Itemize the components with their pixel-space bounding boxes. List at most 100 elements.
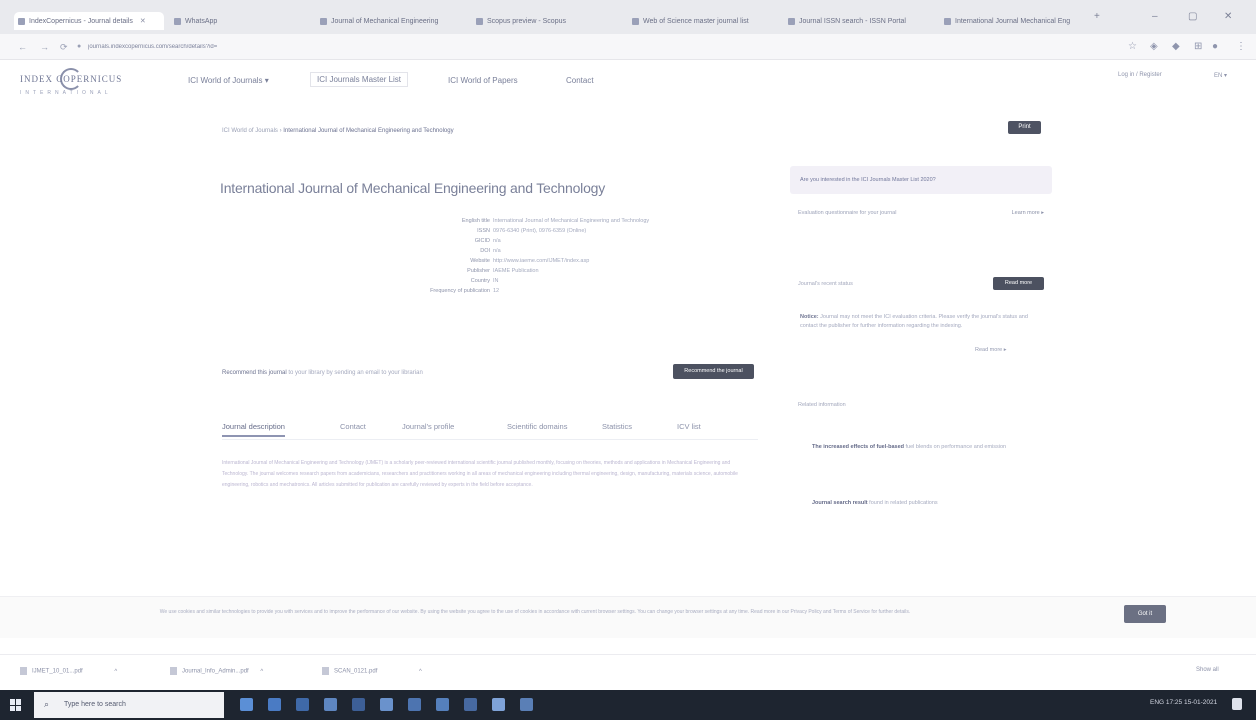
info-value: n/a <box>493 248 501 254</box>
related-item-text: found in related publications <box>869 500 938 506</box>
pdf-file-icon <box>20 667 27 675</box>
reload-icon[interactable]: ⟳ <box>60 42 68 53</box>
browser-tab[interactable]: Journal of Mechanical Engineering <box>316 12 466 30</box>
notification-icon[interactable] <box>1232 698 1242 710</box>
tab-contact[interactable]: Contact <box>340 422 366 431</box>
browser-tab[interactable]: International Journal Mechanical Eng <box>940 12 1090 30</box>
description-text: International Journal of Mechanical Engi… <box>222 460 738 488</box>
notice-read-more-link[interactable]: Read more ▸ <box>975 347 1007 353</box>
app-icon[interactable] <box>436 698 449 711</box>
favicon-icon <box>944 17 951 25</box>
tab-label: Web of Science master journal list <box>643 17 749 25</box>
browser-tab[interactable]: Scopus preview - Scopus <box>472 12 622 30</box>
page-title: International Journal of Mechanical Engi… <box>220 180 606 196</box>
logo-subtitle: INTERNATIONAL <box>20 90 112 96</box>
star-icon[interactable]: ☆ <box>1128 41 1137 52</box>
download-label: Journal_Info_Admin...pdf <box>182 668 249 675</box>
edge-browser-icon[interactable] <box>268 698 281 711</box>
new-tab-icon[interactable]: + <box>1094 11 1100 22</box>
chevron-up-icon[interactable]: ^ <box>114 669 117 675</box>
tab-journal-profile[interactable]: Journal's profile <box>402 422 454 431</box>
chrome-icon[interactable] <box>380 698 393 711</box>
related-item-text: fuel blends on performance and emission <box>905 444 1007 450</box>
download-item[interactable]: SCAN_0121.pdf ^ <box>322 667 422 675</box>
close-icon[interactable]: ✕ <box>140 17 146 25</box>
info-row: GICID n/a <box>360 238 760 248</box>
cookie-text: We use cookies and similar technologies … <box>159 609 911 615</box>
breadcrumb: ICI World of Journals › International Jo… <box>222 128 454 134</box>
questionnaire-link[interactable]: Evaluation questionnaire for your journa… <box>798 210 896 216</box>
app-icon[interactable] <box>464 698 477 711</box>
nav-contact[interactable]: Contact <box>566 76 594 85</box>
tab-label: Journal of Mechanical Engineering <box>331 17 439 25</box>
system-tray-clock[interactable]: ENG 17:25 15-01-2021 <box>1150 699 1217 706</box>
active-app-icon[interactable] <box>492 698 505 711</box>
forward-icon[interactable]: → <box>40 42 49 52</box>
extension-icon[interactable]: ◆ <box>1172 41 1180 52</box>
file-explorer-icon[interactable] <box>296 698 309 711</box>
url-field[interactable]: journals.indexcopernicus.com/search/deta… <box>88 44 328 51</box>
back-icon[interactable]: ← <box>18 42 27 52</box>
search-icon: ⌕ <box>44 699 50 709</box>
app-icon[interactable] <box>520 698 533 711</box>
cookie-accept-button[interactable]: Got it <box>1124 605 1166 623</box>
task-view-icon[interactable] <box>240 698 253 711</box>
info-row: DOI n/a <box>360 248 760 258</box>
windows-start-icon[interactable] <box>10 699 22 711</box>
related-item[interactable]: The increased effects of fuel-based fuel… <box>812 442 1032 452</box>
store-icon[interactable] <box>324 698 337 711</box>
menu-grid-icon[interactable]: ⊞ <box>1194 41 1202 52</box>
learn-more-link[interactable]: Learn more ▸ <box>1012 210 1044 216</box>
info-key: English title <box>461 218 490 224</box>
print-button[interactable]: Print <box>1008 121 1041 134</box>
site-logo[interactable]: INDEX COPERNICUS INTERNATIONAL <box>20 68 160 102</box>
nav-world-of-papers[interactable]: ICI World of Papers <box>448 76 518 85</box>
tab-statistics[interactable]: Statistics <box>602 422 632 431</box>
chevron-up-icon[interactable]: ^ <box>260 669 263 675</box>
info-value-link[interactable]: http://www.iaeme.com/IJMET/index.asp <box>493 258 589 264</box>
nav-master-list[interactable]: ICI Journals Master List <box>310 72 409 87</box>
tab-scientific-domains[interactable]: Scientific domains <box>507 422 567 431</box>
lock-icon: ● <box>77 43 82 50</box>
nav-world-of-journals[interactable]: ICI World of Journals ▾ <box>188 76 269 85</box>
show-all-downloads-link[interactable]: Show all <box>1196 667 1219 673</box>
login-link[interactable]: Log in / Register <box>1118 72 1162 78</box>
tab-journal-description[interactable]: Journal description <box>222 422 285 437</box>
favicon-icon <box>632 17 639 25</box>
minimize-button[interactable]: – <box>1152 11 1158 22</box>
related-item[interactable]: Journal search result found in related p… <box>812 498 1032 508</box>
chevron-up-icon[interactable]: ^ <box>419 669 422 675</box>
sidebar-read-more-button[interactable]: Read more <box>993 277 1044 290</box>
profile-avatar[interactable]: ● <box>1212 41 1218 52</box>
content-tab-bar: Journal description Contact Journal's pr… <box>222 420 758 440</box>
recommend-journal-button[interactable]: Recommend the journal <box>673 364 754 379</box>
browser-tab[interactable]: IndexCopernicus - Journal details ✕ <box>14 12 164 30</box>
breadcrumb-home[interactable]: ICI World of Journals <box>222 128 278 134</box>
info-key: ISSN <box>477 228 490 234</box>
kebab-menu-icon[interactable]: ⋮ <box>1236 41 1246 52</box>
language-selector[interactable]: EN ▾ <box>1214 72 1227 79</box>
sidebar-banner-text: Are you interested in the ICI Journals M… <box>800 177 936 183</box>
word-icon[interactable] <box>408 698 421 711</box>
download-item[interactable]: Journal_Info_Admin...pdf ^ <box>170 667 263 675</box>
info-row: Publisher IAEME Publication <box>360 268 760 278</box>
extension-icon[interactable]: ◈ <box>1150 41 1158 52</box>
logo-text: INDEX COPERNICUS <box>20 74 123 84</box>
browser-tab[interactable]: Journal ISSN search - ISSN Portal <box>784 12 934 30</box>
maximize-button[interactable]: ▢ <box>1188 11 1197 22</box>
sidebar-banner[interactable]: Are you interested in the ICI Journals M… <box>790 166 1052 194</box>
sidebar-notice: Notice: Journal may not meet the ICI eva… <box>800 313 1044 331</box>
journal-description: International Journal of Mechanical Engi… <box>222 458 756 530</box>
breadcrumb-current: International Journal of Mechanical Engi… <box>283 128 454 134</box>
close-window-button[interactable]: ✕ <box>1224 11 1232 22</box>
mail-icon[interactable] <box>352 698 365 711</box>
info-value: n/a <box>493 238 501 244</box>
tab-label: Scopus preview - Scopus <box>487 17 566 25</box>
recommend-lead: Recommend this journal <box>222 370 287 376</box>
browser-tab[interactable]: WhatsApp <box>170 12 310 30</box>
tab-icv-list[interactable]: ICV list <box>677 422 701 431</box>
taskbar-search-box[interactable]: ⌕ Type here to search <box>34 692 224 718</box>
browser-tab[interactable]: Web of Science master journal list <box>628 12 778 30</box>
download-item[interactable]: IJMET_10_01...pdf ^ <box>20 667 117 675</box>
taskbar-search-placeholder: Type here to search <box>64 701 126 708</box>
